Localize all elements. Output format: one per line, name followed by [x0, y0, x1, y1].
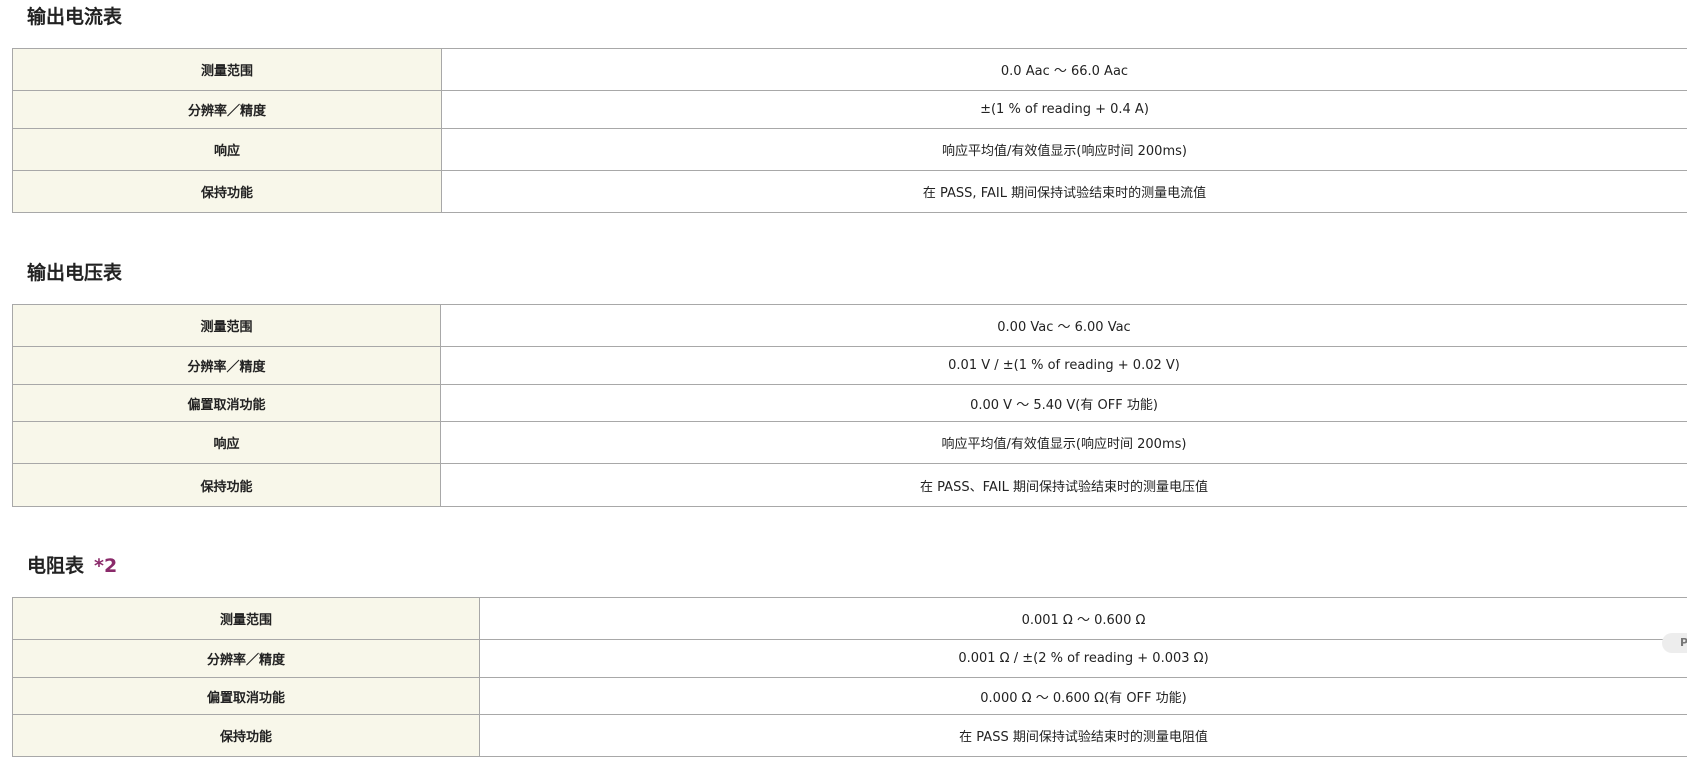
- spec-label: 响应: [12, 128, 442, 171]
- spec-value: 在 PASS、FAIL 期间保持试验结束时的测量电压值: [440, 463, 1687, 507]
- spec-label: 测量范围: [12, 304, 441, 347]
- section-title-resistance: 电阻表 *2: [27, 554, 117, 578]
- spec-value: 0.001 Ω ～ 0.600 Ω: [479, 597, 1687, 640]
- section-title-text: 输出电压表: [27, 262, 123, 284]
- table-row: 保持功能 在 PASS, FAIL 期间保持试验结束时的测量电流值: [12, 170, 1687, 213]
- resistance-spec-table: 测量范围 0.001 Ω ～ 0.600 Ω 分辨率／精度 0.001 Ω / …: [12, 597, 1687, 757]
- spec-value: 0.001 Ω / ±(2 % of reading + 0.003 Ω): [479, 639, 1687, 678]
- page-top-label: P: [1680, 636, 1687, 649]
- spec-value: 在 PASS, FAIL 期间保持试验结束时的测量电流值: [441, 170, 1687, 213]
- table-row: 分辨率／精度 0.01 V / ±(1 % of reading + 0.02 …: [12, 346, 1687, 385]
- spec-value: 响应平均值/有效值显示(响应时间 200ms): [441, 128, 1687, 171]
- table-row: 响应 响应平均值/有效值显示(响应时间 200ms): [12, 128, 1687, 171]
- table-row: 偏置取消功能 0.000 Ω ～ 0.600 Ω(有 OFF 功能): [12, 677, 1687, 715]
- section-title-output-voltage: 输出电压表: [27, 261, 122, 285]
- spec-label: 偏置取消功能: [12, 677, 480, 715]
- table-row: 偏置取消功能 0.00 V ～ 5.40 V(有 OFF 功能): [12, 384, 1687, 422]
- table-row: 分辨率／精度 0.001 Ω / ±(2 % of reading + 0.00…: [12, 639, 1687, 678]
- table-row: 分辨率／精度 ±(1 % of reading + 0.4 A): [12, 90, 1687, 129]
- spec-value: 在 PASS 期间保持试验结束时的测量电阻值: [479, 714, 1687, 757]
- page-top-button[interactable]: P: [1662, 633, 1687, 653]
- output-current-spec-table: 测量范围 0.0 Aac ～ 66.0 Aac 分辨率／精度 ±(1 % of …: [12, 48, 1687, 213]
- spec-label: 响应: [12, 421, 441, 464]
- table-row: 保持功能 在 PASS 期间保持试验结束时的测量电阻值: [12, 714, 1687, 757]
- section-title-output-current: 输出电流表: [27, 5, 122, 29]
- spec-label: 测量范围: [12, 597, 480, 640]
- spec-value: 0.00 V ～ 5.40 V(有 OFF 功能): [440, 384, 1687, 422]
- table-row: 保持功能 在 PASS、FAIL 期间保持试验结束时的测量电压值: [12, 463, 1687, 507]
- spec-label: 偏置取消功能: [12, 384, 441, 422]
- table-row: 响应 响应平均值/有效值显示(响应时间 200ms): [12, 421, 1687, 464]
- spec-value: 响应平均值/有效值显示(响应时间 200ms): [440, 421, 1687, 464]
- spec-value: 0.000 Ω ～ 0.600 Ω(有 OFF 功能): [479, 677, 1687, 715]
- spec-value: ±(1 % of reading + 0.4 A): [441, 90, 1687, 129]
- table-row: 测量范围 0.0 Aac ～ 66.0 Aac: [12, 48, 1687, 91]
- spec-label: 测量范围: [12, 48, 442, 91]
- footnote-marker: *2: [94, 555, 118, 577]
- spec-label: 保持功能: [12, 714, 480, 757]
- spec-label: 分辨率／精度: [12, 90, 442, 129]
- spec-label: 保持功能: [12, 463, 441, 507]
- section-title-text: 电阻表: [27, 555, 85, 577]
- section-title-text: 输出电流表: [27, 6, 123, 28]
- table-row: 测量范围 0.00 Vac ～ 6.00 Vac: [12, 304, 1687, 347]
- spec-label: 分辨率／精度: [12, 639, 480, 678]
- table-row: 测量范围 0.001 Ω ～ 0.600 Ω: [12, 597, 1687, 640]
- spec-value: 0.0 Aac ～ 66.0 Aac: [441, 48, 1687, 91]
- spec-label: 分辨率／精度: [12, 346, 441, 385]
- spec-value: 0.00 Vac ～ 6.00 Vac: [440, 304, 1687, 347]
- spec-value: 0.01 V / ±(1 % of reading + 0.02 V): [440, 346, 1687, 385]
- output-voltage-spec-table: 测量范围 0.00 Vac ～ 6.00 Vac 分辨率／精度 0.01 V /…: [12, 304, 1687, 507]
- spec-label: 保持功能: [12, 170, 442, 213]
